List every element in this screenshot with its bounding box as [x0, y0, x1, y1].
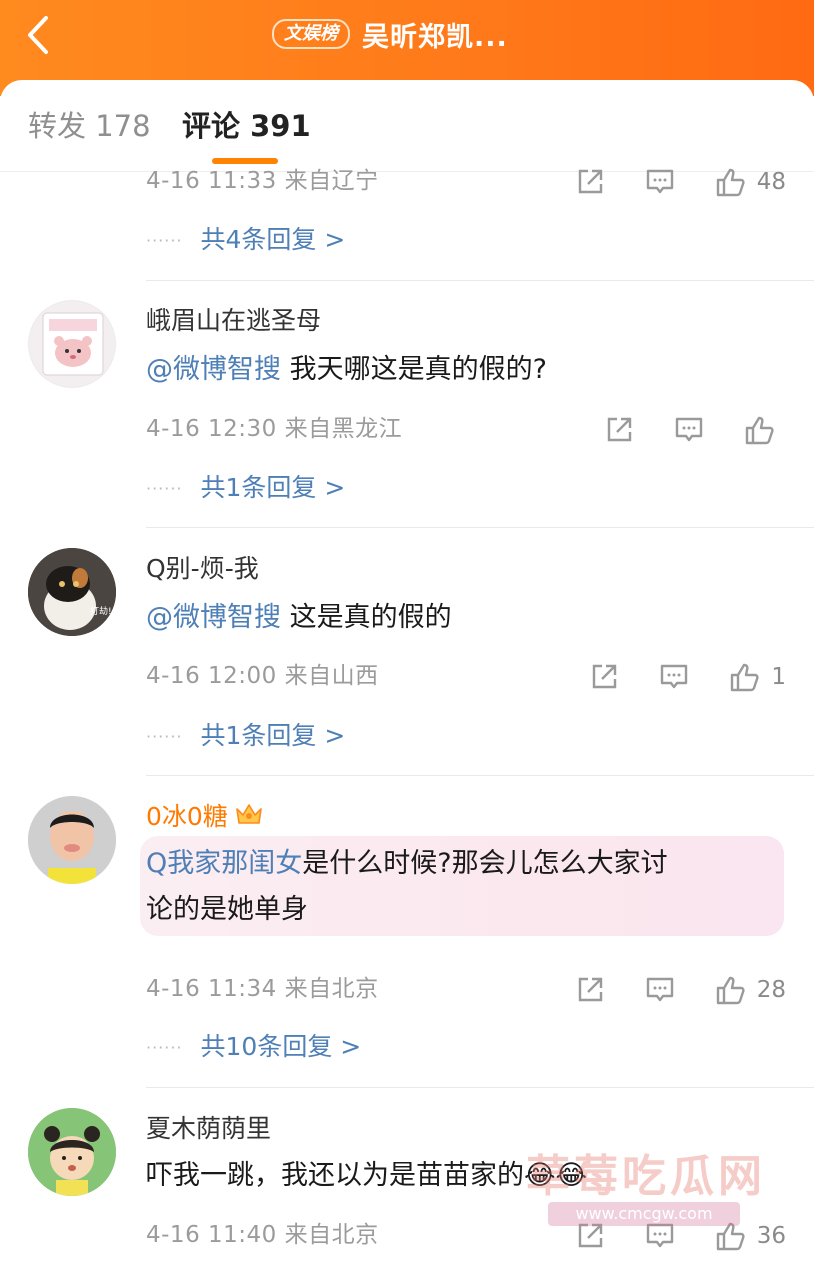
comment-actions: 48 [535, 164, 786, 200]
comment-button[interactable] [659, 662, 689, 692]
reply-count: 共4条回复 > [200, 225, 346, 254]
view-replies-link[interactable]: ······ 共4条回复 > [146, 224, 345, 256]
reply-count: 共1条回复 > [200, 473, 346, 502]
comment-actions [564, 412, 786, 448]
reply-count: 共10条回复 > [200, 1032, 362, 1061]
hot-list-tag[interactable]: 文娱榜 [272, 19, 350, 49]
share-icon [593, 664, 617, 689]
username-text: 0冰0糖 [146, 802, 228, 831]
view-replies-link[interactable]: ······ 共10条回复 > [146, 1031, 361, 1063]
avatar-image: 打劫! [28, 548, 116, 636]
avatar[interactable] [28, 300, 116, 388]
dots-divider: ······ [146, 478, 183, 498]
divider [146, 1087, 814, 1088]
active-tab-indicator [212, 158, 278, 164]
username[interactable]: Q别-烦-我 [146, 553, 259, 585]
header-title-group: 文娱榜 吴昕郑凯... [272, 14, 508, 54]
avatar-image [28, 1108, 116, 1196]
comment-actions: 1 [549, 659, 786, 695]
thumbs-up-icon [731, 663, 759, 692]
page-title: 吴昕郑凯... [362, 21, 508, 53]
search-icon: Q [146, 848, 168, 879]
thumbs-up-icon [716, 168, 745, 197]
share-button[interactable] [575, 167, 605, 197]
username[interactable]: 0冰0糖 [146, 801, 264, 835]
comment-meta: 4-16 11:34 来自北京 [146, 976, 379, 1002]
watermark-text: 草莓吃瓜网 [526, 1151, 766, 1202]
avatar[interactable] [28, 1108, 116, 1196]
like-button[interactable] [744, 415, 786, 445]
search-link-text: 我家那闺女 [167, 848, 303, 879]
share-button[interactable] [604, 415, 634, 445]
comment-icon [646, 977, 673, 1002]
comment-button[interactable] [674, 415, 704, 445]
comment-body: 吓我一跳，我还以为是苗苗家的 [146, 1160, 524, 1191]
divider [146, 527, 814, 528]
comment-body: 我天哪这是真的假的? [281, 354, 547, 385]
chevron-left-icon [28, 16, 48, 54]
divider [146, 775, 814, 776]
view-replies-link[interactable]: ······ 共1条回复 > [146, 720, 345, 752]
back-button[interactable] [20, 10, 60, 60]
comment-meta: 4-16 12:00 来自山西 [146, 663, 379, 689]
comment-body: 这是真的假的 [281, 602, 452, 633]
like-count: 28 [756, 977, 786, 1003]
view-replies-link[interactable]: ······ 共1条回复 > [146, 472, 345, 504]
username[interactable]: 峨眉山在逃圣母 [146, 305, 321, 337]
avatar[interactable] [28, 796, 116, 884]
dots-divider: ······ [146, 726, 183, 746]
comment-icon [661, 664, 688, 689]
comment-text-line2: 论的是她单身 [146, 894, 308, 925]
avatar-image [28, 796, 116, 884]
comment-meta: 4-16 11:40 来自北京 [146, 1222, 379, 1248]
avatar[interactable]: 打劫! [28, 548, 116, 636]
share-icon [578, 977, 602, 1002]
avatar-image [42, 312, 104, 376]
comment-meta: 4-16 12:30 来自黑龙江 [146, 416, 403, 442]
share-button[interactable] [589, 662, 619, 692]
tab-comments[interactable]: 评论 391 [182, 106, 311, 146]
svg-text:打劫!: 打劫! [90, 605, 112, 617]
watermark-url: www.cmcgw.com [548, 1202, 740, 1226]
thumbs-up-icon [745, 416, 774, 445]
comment-text: @微博智搜 我天哪这是真的假的? [146, 348, 547, 392]
comment-icon [675, 417, 703, 442]
like-button[interactable]: 48 [715, 167, 786, 197]
like-count: 36 [756, 1223, 786, 1249]
vip-crown-icon [234, 801, 264, 835]
share-icon [578, 169, 602, 194]
mention-link[interactable]: @微博智搜 [146, 602, 281, 633]
comment-text: Q我家那闺女是什么时候?那会儿怎么大家讨 [146, 842, 668, 886]
reply-count: 共1条回复 > [200, 721, 346, 750]
dots-divider: ······ [146, 1037, 183, 1057]
mention-link[interactable]: @微博智搜 [146, 354, 281, 385]
username[interactable]: 夏木荫荫里 [146, 1113, 271, 1145]
search-link[interactable]: Q我家那闺女 [146, 848, 302, 879]
comment-button[interactable] [645, 975, 675, 1005]
comment-icon [646, 169, 673, 194]
share-button[interactable] [575, 975, 605, 1005]
tab-repost[interactable]: 转发 178 [28, 106, 151, 146]
share-icon [607, 417, 632, 442]
comment-text: 吓我一跳，我还以为是苗苗家的😂😂 [146, 1154, 587, 1198]
comment-actions: 28 [535, 972, 786, 1008]
like-button[interactable]: 1 [729, 662, 786, 692]
divider [146, 280, 814, 281]
comment-button[interactable] [645, 167, 675, 197]
like-count: 48 [756, 169, 786, 195]
thumbs-up-icon [716, 976, 745, 1005]
comment-body: 是什么时候?那会儿怎么大家讨 [302, 848, 668, 879]
comment-meta: 4-16 11:33 来自辽宁 [146, 168, 379, 194]
comment-text: @微博智搜 这是真的假的 [146, 596, 452, 640]
tab-bar: 转发 178 评论 391 [0, 80, 814, 172]
like-count: 1 [771, 664, 786, 690]
like-button[interactable]: 28 [715, 975, 786, 1005]
dots-divider: ······ [146, 230, 183, 250]
